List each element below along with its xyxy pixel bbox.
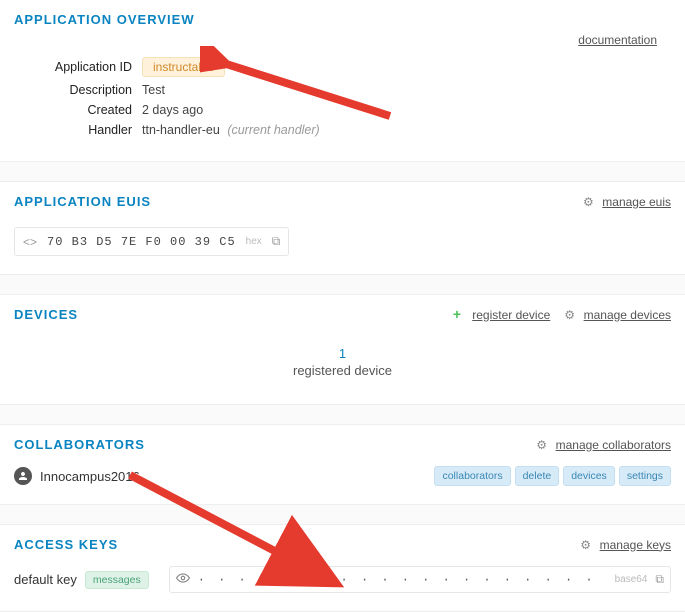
panel-collaborators: COLLABORATORS manage collaborators Innoc… <box>0 425 685 505</box>
manage-euis-link[interactable]: manage euis <box>602 195 671 209</box>
pill-devices[interactable]: devices <box>563 466 615 486</box>
pill-collaborators[interactable]: collaborators <box>434 466 510 486</box>
scope-pill: messages <box>85 571 149 589</box>
devices-count: 1 <box>14 346 671 361</box>
collaborator-row: Innocampus2016 collaborators delete devi… <box>14 452 671 486</box>
eui-box: <> 70 B3 D5 7E F0 00 39 C5 hex ⧉ <box>14 227 289 256</box>
created-value: 2 days ago <box>142 103 203 117</box>
gear-icon <box>536 438 548 450</box>
key-name: default key <box>14 572 77 587</box>
access-keys-title: ACCESS KEYS <box>14 537 118 552</box>
app-id-label: Application ID <box>14 60 142 74</box>
app-id-value: instructable <box>142 57 225 77</box>
manage-devices-link[interactable]: manage devices <box>584 308 671 322</box>
register-device-link[interactable]: register device <box>472 308 550 322</box>
overview-title: APPLICATION OVERVIEW <box>14 12 195 27</box>
panel-euis: APPLICATION EUIS manage euis <> 70 B3 D5… <box>0 182 685 275</box>
gear-icon <box>564 308 576 320</box>
manage-keys-link[interactable]: manage keys <box>600 538 671 552</box>
collaborator-name: Innocampus2016 <box>40 469 140 484</box>
plus-icon <box>453 308 465 320</box>
avatar <box>14 467 32 485</box>
overview-fields: Application ID instructable Description … <box>14 57 671 137</box>
eye-icon[interactable] <box>176 571 190 588</box>
eui-value: 70 B3 D5 7E F0 00 39 C5 <box>47 235 236 249</box>
description-value: Test <box>142 83 165 97</box>
copy-icon[interactable]: ⧉ <box>655 572 664 587</box>
manage-collaborators-link[interactable]: manage collaborators <box>556 438 671 452</box>
handler-note: (current handler) <box>227 123 319 137</box>
pill-settings[interactable]: settings <box>619 466 671 486</box>
panel-overview: APPLICATION OVERVIEW documentation Appli… <box>0 0 685 162</box>
devices-title: DEVICES <box>14 307 78 322</box>
key-box: · · · · · · · · · · · · · · · · · · · · … <box>169 566 671 593</box>
panel-devices: DEVICES register device manage devices 1… <box>0 295 685 405</box>
copy-icon[interactable]: ⧉ <box>272 234 281 249</box>
documentation-link[interactable]: documentation <box>578 33 657 47</box>
description-label: Description <box>14 83 142 97</box>
devices-count-label: registered device <box>14 363 671 378</box>
pill-delete[interactable]: delete <box>515 466 560 486</box>
euis-title: APPLICATION EUIS <box>14 194 151 209</box>
handler-label: Handler <box>14 123 142 137</box>
key-format-tag: base64 <box>615 574 648 585</box>
panel-access-keys: ACCESS KEYS manage keys default key mess… <box>0 525 685 612</box>
gear-icon <box>580 538 592 550</box>
collaborators-title: COLLABORATORS <box>14 437 145 452</box>
eui-format-tag: hex <box>246 236 262 247</box>
toggle-format-icon[interactable]: <> <box>23 235 37 249</box>
key-masked-value: · · · · · · · · · · · · · · · · · · · · … <box>198 573 607 587</box>
gear-icon <box>583 195 595 207</box>
created-label: Created <box>14 103 142 117</box>
handler-value: ttn-handler-eu <box>142 123 220 137</box>
